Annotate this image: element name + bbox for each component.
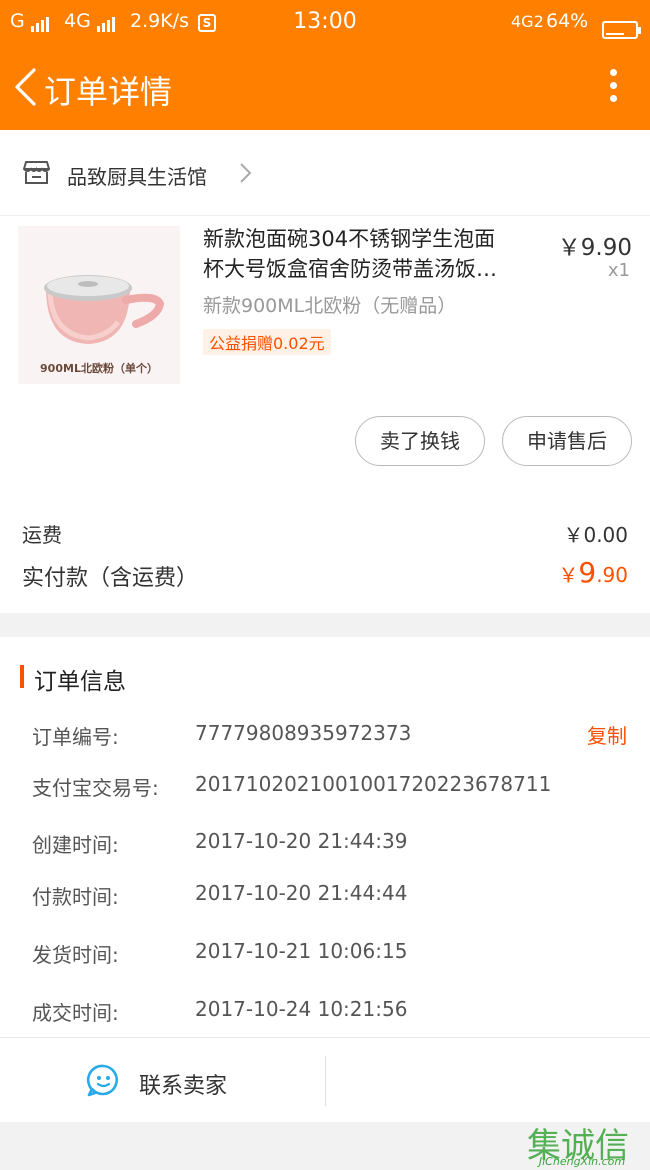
chevron-left-icon[interactable] [10, 67, 42, 107]
network-type: 4G2 [511, 12, 544, 31]
shipping-value: ￥0.00 [563, 523, 628, 547]
battery-percent: 64% [546, 10, 589, 32]
shop-row[interactable]: 品致厨具生活馆 [0, 130, 650, 216]
watermark: 集诚信 JiChengXin.com [522, 1118, 642, 1168]
paid-row: 实付款（含运费） ￥9.90 [22, 556, 628, 592]
product-title-line1: 新款泡面碗304不锈钢学生泡面 [203, 227, 496, 251]
info-value: 2017-10-21 10:06:15 [195, 939, 408, 963]
info-key: 发货时间: [32, 943, 119, 967]
status-bar: G 4G 2.9K/s S 13:00 4G2 64% [0, 0, 650, 45]
charity-badge: 公益捐赠0.02元 [203, 329, 331, 355]
contact-seller-button[interactable]: 联系卖家 [0, 1038, 325, 1122]
info-value: 2017-10-20 21:44:44 [195, 881, 408, 905]
contact-seller-label: 联系卖家 [139, 1074, 228, 1099]
section-title: 订单信息 [34, 669, 126, 695]
section-accent-bar [20, 665, 24, 688]
shop-name: 品致厨具生活馆 [67, 165, 207, 189]
info-value: 2017-10-24 10:21:56 [195, 997, 408, 1021]
page-title: 订单详情 [44, 73, 173, 111]
info-key: 成交时间: [32, 1001, 119, 1025]
order-info-card: 订单信息 订单编号: 77779808935972373 复制 支付宝交易号: … [0, 637, 650, 1037]
paid-label: 实付款（含运费） [22, 566, 199, 591]
product-spec: 新款900ML北欧粉（无赠品） [203, 295, 457, 317]
info-key: 付款时间: [32, 885, 119, 909]
thumbnail-caption: 900ML北欧粉（单个） [40, 362, 158, 375]
product-thumbnail[interactable]: 900ML北欧粉（单个） [18, 226, 180, 384]
info-key: 订单编号: [32, 725, 119, 749]
paid-currency: ￥ [558, 563, 579, 587]
watermark-url: JiChengXin.com [538, 1155, 626, 1168]
paid-amount: ￥9.90 [558, 556, 628, 589]
info-value: 77779808935972373 [195, 721, 412, 745]
resell-button[interactable]: 卖了换钱 [355, 416, 485, 466]
product-title-line2: 杯大号饭盒宿舍防烫带盖汤饭… [203, 257, 497, 281]
product-title[interactable]: 新款泡面碗304不锈钢学生泡面 杯大号饭盒宿舍防烫带盖汤饭… [203, 224, 538, 284]
more-vertical-icon[interactable] [606, 69, 620, 105]
paid-dec: .90 [596, 563, 628, 587]
divider [325, 1056, 326, 1106]
paid-int: 9 [578, 556, 597, 589]
chevron-right-icon [240, 163, 252, 183]
product-quantity: x1 [607, 260, 630, 281]
info-key: 创建时间: [32, 833, 119, 857]
info-value: 2017102021001001720223678711 [195, 772, 552, 796]
order-product-card: 品致厨具生活馆 900ML北欧粉（单个） 新款泡面碗304不锈钢学生泡面 杯大号… [0, 130, 650, 613]
chat-bubble-icon [86, 1064, 118, 1097]
product-price: ￥9.90 [557, 235, 632, 261]
nav-bar: 订单详情 [0, 45, 650, 130]
shipping-row: 运费 ￥0.00 [22, 519, 628, 548]
app-header: G 4G 2.9K/s S 13:00 4G2 64% 订单详情 [0, 0, 650, 130]
aftersale-button[interactable]: 申请售后 [502, 416, 632, 466]
store-icon [23, 161, 50, 184]
info-key: 支付宝交易号: [32, 776, 159, 800]
info-value: 2017-10-20 21:44:39 [195, 829, 408, 853]
shipping-label: 运费 [22, 523, 62, 547]
contact-bar: 联系卖家 [0, 1037, 650, 1122]
copy-order-number-button[interactable]: 复制 [587, 720, 627, 749]
